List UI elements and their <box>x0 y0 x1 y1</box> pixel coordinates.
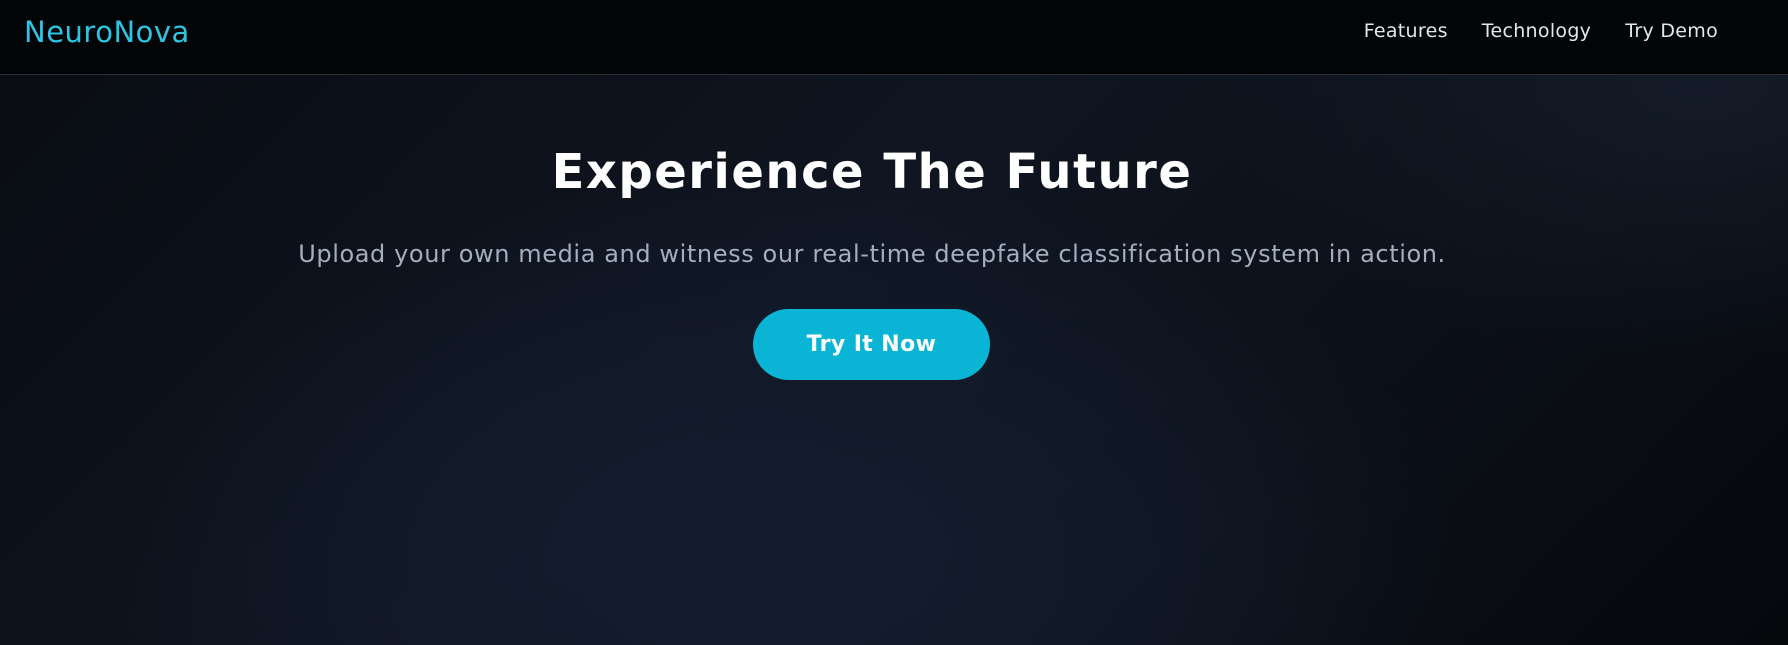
hero-title: Experience The Future <box>551 144 1193 200</box>
page: NeuroNova Features Technology Try Demo E… <box>0 0 1788 645</box>
navbar: NeuroNova Features Technology Try Demo <box>0 0 1788 75</box>
nav-links: Features Technology Try Demo <box>1364 20 1718 42</box>
hero-subtitle: Upload your own media and witness our re… <box>298 240 1446 268</box>
nav-link-technology[interactable]: Technology <box>1482 20 1591 42</box>
nav-link-try-demo[interactable]: Try Demo <box>1625 20 1718 42</box>
brand-logo[interactable]: NeuroNova <box>24 15 190 49</box>
nav-link-features[interactable]: Features <box>1364 20 1448 42</box>
try-it-now-button[interactable]: Try It Now <box>753 309 990 380</box>
